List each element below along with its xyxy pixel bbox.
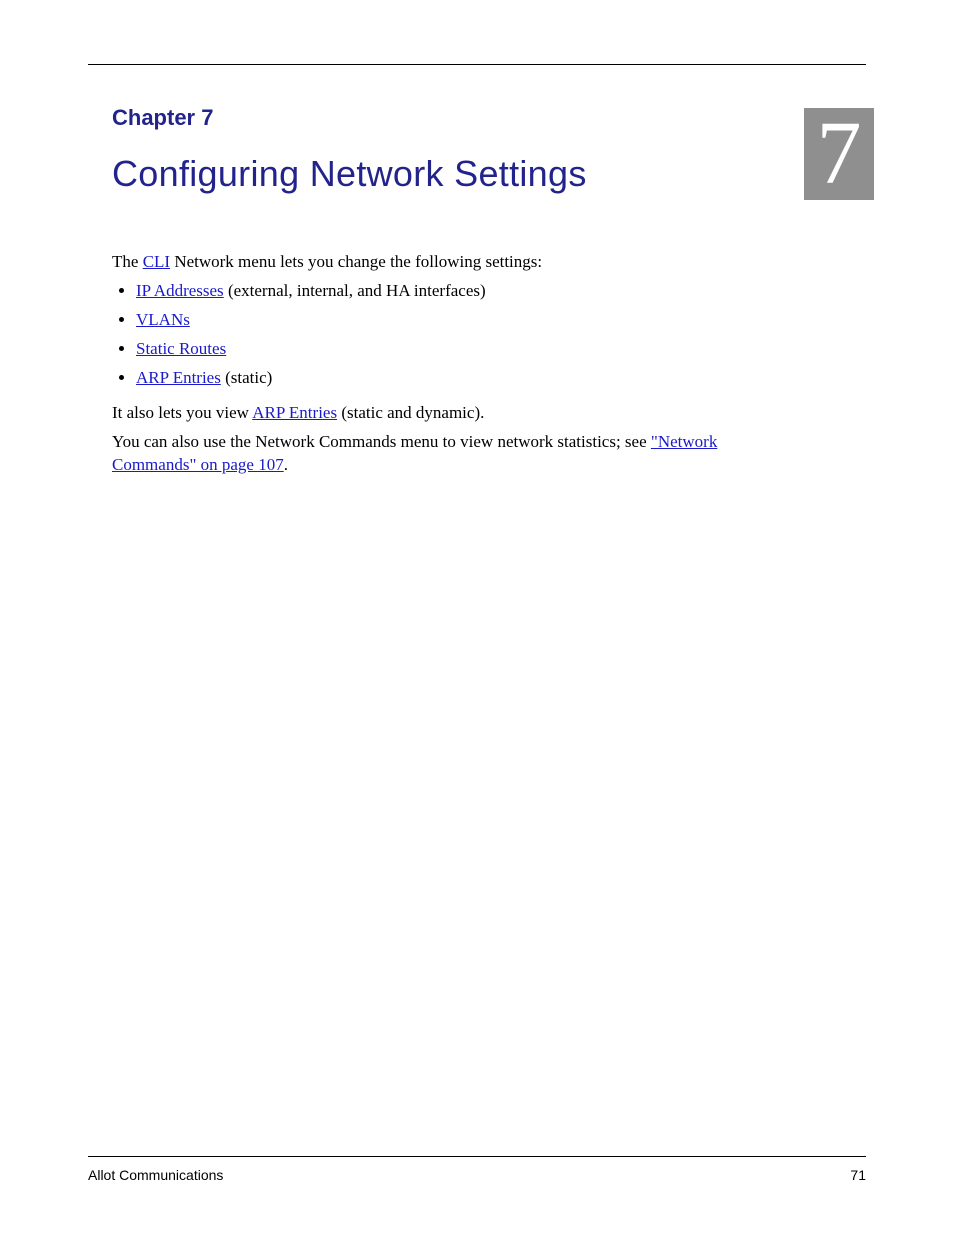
chapter-title: Configuring Network Settings	[112, 153, 866, 195]
toc-tail: (static)	[221, 368, 272, 387]
followup-post: .	[284, 455, 288, 474]
toc-link-vlans[interactable]: VLANs	[136, 310, 190, 329]
followup-post: (static and dynamic).	[337, 403, 484, 422]
intro-prefix: The	[112, 252, 143, 271]
followup-pre: It also lets you view	[112, 403, 252, 422]
list-item: ARP Entries (static)	[136, 367, 802, 390]
toc-link-static-routes[interactable]: Static Routes	[136, 339, 226, 358]
intro-suffix: Network menu lets you change the followi…	[170, 252, 542, 271]
toc-tail: (external, internal, and HA interfaces)	[224, 281, 486, 300]
list-item: VLANs	[136, 309, 802, 332]
intro-paragraph: The CLI Network menu lets you change the…	[112, 251, 802, 274]
followup-link-arp-entries[interactable]: ARP Entries	[252, 403, 337, 422]
list-item: Static Routes	[136, 338, 802, 361]
followup-pre: You can also use the Network Commands me…	[112, 432, 651, 451]
footer-page-number: 71	[850, 1167, 866, 1183]
chapter-number-badge: 7	[804, 108, 874, 200]
toc-link-arp-entries[interactable]: ARP Entries	[136, 368, 221, 387]
page-footer: Allot Communications 71	[88, 1156, 866, 1183]
intro-link-cli[interactable]: CLI	[143, 252, 170, 271]
followup-paragraph: You can also use the Network Commands me…	[112, 431, 802, 477]
list-item: IP Addresses (external, internal, and HA…	[136, 280, 802, 303]
followup-paragraph: It also lets you view ARP Entries (stati…	[112, 402, 802, 425]
toc-link-ip-addresses[interactable]: IP Addresses	[136, 281, 224, 300]
settings-list: IP Addresses (external, internal, and HA…	[112, 280, 802, 390]
footer-left: Allot Communications	[88, 1167, 223, 1183]
chapter-label: Chapter 7	[112, 105, 866, 131]
